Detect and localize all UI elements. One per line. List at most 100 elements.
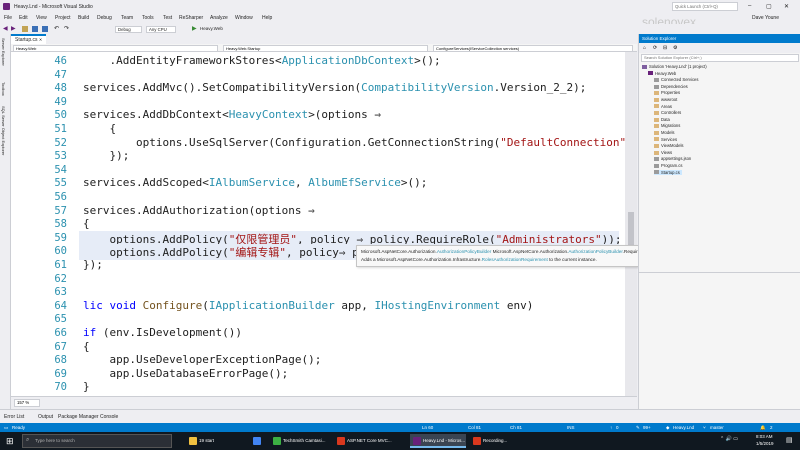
close-button[interactable]: ✕	[784, 3, 789, 10]
solution-tree-item[interactable]: Heavy.Web	[648, 71, 676, 76]
solution-platform-select[interactable]: Any CPU	[146, 25, 176, 33]
code-line[interactable]: services.AddScoped<IAlbumService, AlbumE…	[83, 176, 427, 189]
menu-help[interactable]: Help	[262, 15, 272, 21]
menu-resharper[interactable]: ReSharper	[179, 15, 203, 21]
solution-tree-item[interactable]: Startup.cs	[654, 169, 682, 175]
sql-object-explorer-tab[interactable]: SQL Server Object Explorer	[1, 106, 6, 155]
properties-icon[interactable]: ⚙	[673, 45, 677, 51]
status-project[interactable]: Heavy.Lnd	[673, 423, 694, 432]
taskbar-app[interactable]: TechSmith Camtasi...	[270, 434, 330, 448]
collapse-all-icon[interactable]: ⊟	[663, 45, 667, 51]
member-dropdown[interactable]: ConfigureServices(IServiceCollection ser…	[433, 44, 633, 52]
tray-icons[interactable]: ⌃ 🔊 ▭	[720, 436, 738, 442]
class-dropdown[interactable]: Heavy.Web.Startup	[223, 44, 428, 52]
menu-debug[interactable]: Debug	[97, 15, 112, 21]
menu-build[interactable]: Build	[78, 15, 89, 21]
solution-tree-item[interactable]: Program.cs	[654, 163, 682, 168]
solution-tree-item[interactable]: Areas	[654, 104, 672, 109]
code-area[interactable]: .AddEntityFrameworkStores<ApplicationDbC…	[11, 52, 625, 396]
solution-config-select[interactable]: Debug	[115, 25, 142, 33]
repo-icon[interactable]: ◆	[666, 423, 669, 432]
solution-tree-item[interactable]: ViewModels	[654, 143, 684, 148]
taskbar-search-input[interactable]: Type here to search	[22, 434, 172, 448]
solution-tree-item[interactable]: wwwroot	[654, 97, 677, 102]
solution-tree-item[interactable]: Views	[654, 150, 672, 155]
status-errors[interactable]: 0	[616, 423, 619, 432]
solution-tree-item[interactable]: Controllers	[654, 110, 681, 115]
solution-tree-item[interactable]: Data	[654, 117, 670, 122]
taskbar-app[interactable]	[250, 434, 266, 448]
sync-icon[interactable]: ⟳	[653, 45, 657, 51]
taskbar-app[interactable]: ASP.NET Core MVC...	[334, 434, 406, 448]
status-notifications[interactable]: 2	[770, 423, 773, 432]
status-branch[interactable]: master	[710, 423, 724, 432]
pencil-icon[interactable]: ✎	[636, 423, 640, 432]
code-line[interactable]: {	[83, 217, 90, 230]
server-explorer-tab[interactable]: Server Explorer	[1, 38, 6, 66]
code-line[interactable]: if (env.IsDevelopment())	[83, 326, 242, 339]
taskbar-app[interactable]: Heavy.Lnd - Micros...	[410, 434, 466, 448]
menu-file[interactable]: File	[4, 15, 12, 21]
bell-icon[interactable]: 🔔	[760, 423, 766, 432]
forward-icon[interactable]: ▶	[11, 25, 16, 32]
solution-tree-item[interactable]: Properties	[654, 90, 680, 95]
code-line[interactable]: services.AddDbContext<HeavyContext>(opti…	[83, 108, 381, 121]
solution-tree-item[interactable]: Solution 'Heavy.Lnd' (1 project)	[642, 64, 707, 69]
menu-tools[interactable]: Tools	[142, 15, 154, 21]
vertical-scrollbar[interactable]	[625, 52, 637, 396]
project-dropdown[interactable]: Heavy.Web	[13, 44, 218, 52]
home-icon[interactable]: ⌂	[643, 45, 646, 51]
menu-view[interactable]: View	[36, 15, 47, 21]
solution-tree-item[interactable]: Dependencies	[654, 84, 688, 89]
menu-edit[interactable]: Edit	[19, 15, 28, 21]
tab-output[interactable]: Output	[38, 414, 53, 420]
solution-tree-item[interactable]: Services	[654, 137, 677, 142]
solution-tree-item[interactable]: appsettings.json	[654, 156, 691, 161]
maximize-button[interactable]: ▢	[766, 3, 772, 10]
open-folder-icon[interactable]	[22, 26, 28, 32]
action-center-icon[interactable]: ▤	[786, 436, 793, 444]
code-line[interactable]: app.UseDeveloperExceptionPage();	[83, 353, 321, 366]
redo-icon[interactable]: ↷	[64, 25, 69, 32]
user-name[interactable]: Dave Youne	[752, 15, 779, 21]
tab-error-list[interactable]: Error List	[4, 414, 24, 420]
pin-icon[interactable]: ✕	[39, 37, 42, 42]
back-icon[interactable]: ◀	[3, 25, 8, 32]
save-all-icon[interactable]	[42, 26, 48, 32]
tab-package-manager-console[interactable]: Package Manager Console	[58, 414, 118, 420]
code-line[interactable]: .AddEntityFrameworkStores<ApplicationDbC…	[83, 54, 440, 67]
code-line[interactable]: services.AddAuthorization(options ⇒	[83, 204, 315, 217]
code-line[interactable]: {	[83, 340, 90, 353]
tab-startup-cs[interactable]: Startup.cs ✕	[11, 34, 47, 44]
windows-start-icon[interactable]: ⊞	[6, 436, 14, 447]
solution-search-input[interactable]: Search Solution Explorer (Ctrl+;)	[641, 54, 799, 62]
zoom-select[interactable]: 157 %	[14, 399, 40, 407]
menu-project[interactable]: Project	[55, 15, 71, 21]
run-target-button[interactable]: Heavy.Web	[200, 26, 223, 31]
menu-test[interactable]: Test	[163, 15, 172, 21]
solution-tree-item[interactable]: Models	[654, 130, 675, 135]
start-icon[interactable]: ▶	[192, 25, 197, 32]
menu-window[interactable]: Window	[235, 15, 253, 21]
code-line[interactable]: {	[83, 122, 116, 135]
code-line[interactable]: app.UseDatabaseErrorPage();	[83, 367, 288, 380]
minimize-button[interactable]: –	[748, 3, 751, 9]
undo-icon[interactable]: ↶	[54, 25, 59, 32]
taskbar-app[interactable]: 19 start	[186, 434, 244, 448]
errors-icon[interactable]: ↑	[610, 423, 612, 432]
code-line[interactable]: services.AddMvc().SetCompatibilityVersio…	[83, 81, 586, 94]
toolbox-tab[interactable]: Toolbox	[1, 82, 6, 96]
code-line[interactable]: });	[83, 258, 103, 271]
quick-launch-input[interactable]: Quick Launch (Ctrl+Q)	[672, 2, 738, 11]
taskbar-app[interactable]: Recording...	[470, 434, 520, 448]
save-icon[interactable]	[32, 26, 38, 32]
solution-tree-item[interactable]: Migrations	[654, 123, 680, 128]
menu-team[interactable]: Team	[121, 15, 133, 21]
solution-tree-item[interactable]: Connected Services	[654, 77, 698, 82]
branch-icon[interactable]: ⑂	[703, 423, 706, 432]
menu-analyze[interactable]: Analyze	[210, 15, 228, 21]
code-line[interactable]: }	[83, 380, 90, 393]
status-warnings[interactable]: 99+	[643, 423, 651, 432]
code-line[interactable]: lic void Configure(IApplicationBuilder a…	[83, 299, 533, 312]
code-line[interactable]: });	[83, 149, 129, 162]
